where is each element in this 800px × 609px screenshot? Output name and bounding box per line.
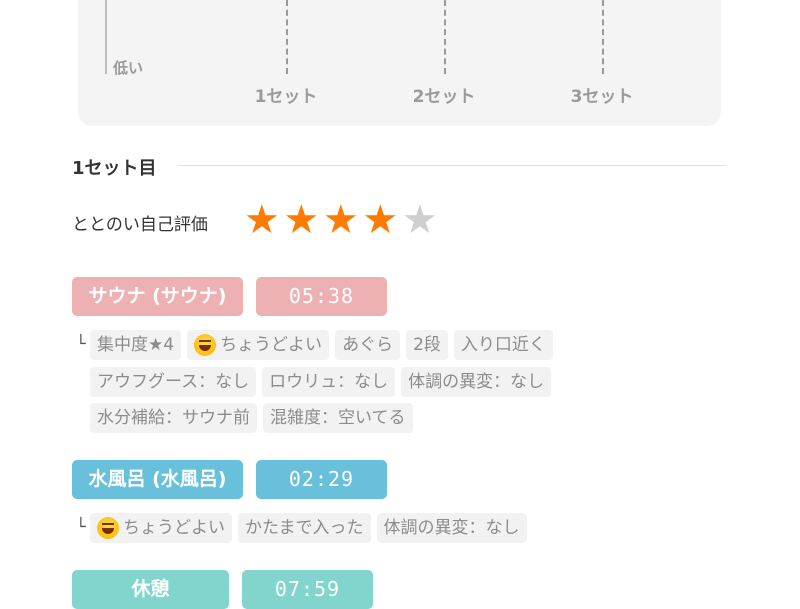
branch-icon: └ <box>76 334 86 353</box>
tag-temperature: ちょうどよい <box>90 513 232 543</box>
tag-condition: 体調の異変：なし <box>401 367 552 397</box>
tag-temperature: ちょうどよい <box>187 330 330 360</box>
phase-label-rest: 休憩 <box>72 570 229 609</box>
star-icon[interactable]: ★ <box>361 198 401 242</box>
tag-posture: あぐら <box>335 330 401 360</box>
rating-stars[interactable]: ★ ★ ★ ★ ★ <box>242 198 440 242</box>
branch-icon: └ <box>76 517 86 536</box>
tag-crowd: 混雑度：空いてる <box>263 403 413 433</box>
rating-label: ととのい自己評価 <box>72 215 208 235</box>
chart-low-label: 低い <box>113 59 144 77</box>
tag-temperature-text: ちょうどよい <box>123 518 225 538</box>
tag-temperature-text: ちょうどよい <box>220 335 323 355</box>
sauna-tags-row-2: アウフグース：なし ロウリュ：なし 体調の異変：なし <box>90 367 552 397</box>
phase-time-rest: 07:59 <box>242 570 373 609</box>
chart-y-axis <box>105 0 107 74</box>
set-title-divider <box>178 165 726 166</box>
phase-label-water: 水風呂 (水風呂) <box>72 460 243 499</box>
tag-position: 入り口近く <box>453 330 553 360</box>
star-icon[interactable]: ★ <box>242 198 282 242</box>
tag-loyly: ロウリュ：なし <box>262 367 396 397</box>
chart-gridline-set3 <box>602 0 604 74</box>
phase-time-sauna: 05:38 <box>256 277 387 316</box>
tag-aufguss: アウフグース：なし <box>90 367 257 397</box>
phase-label-sauna: サウナ (サウナ) <box>72 277 243 316</box>
set-title: 1セット目 <box>72 158 157 179</box>
grinning-squint-emoji-icon <box>97 517 119 539</box>
star-icon[interactable]: ★ <box>282 198 322 242</box>
tag-tier: 2段 <box>406 330 448 360</box>
chart-gridline-set2 <box>444 0 446 74</box>
star-icon[interactable]: ★ <box>321 198 361 242</box>
tag-hydration: 水分補給：サウナ前 <box>90 403 257 433</box>
chart-gridline-set1 <box>286 0 288 74</box>
water-tags-row-1: ちょうどよい かたまで入った 体調の異変：なし <box>90 513 527 543</box>
grinning-squint-emoji-icon <box>194 334 217 356</box>
phase-time-water: 02:29 <box>256 460 387 499</box>
chart-card <box>78 0 721 126</box>
chart-x-label-set3: 3セット <box>570 87 634 107</box>
tag-condition: 体調の異変：なし <box>376 513 527 543</box>
tag-focus: 集中度★4 <box>90 330 182 360</box>
sauna-tags-row-1: 集中度★4 ちょうどよい あぐら 2段 入り口近く <box>90 330 553 360</box>
tag-depth: かたまで入った <box>238 513 371 543</box>
star-empty-icon[interactable]: ★ <box>400 198 440 242</box>
chart-x-label-set2: 2セット <box>412 87 476 107</box>
chart-x-label-set1: 1セット <box>254 87 318 107</box>
sauna-tags-row-3: 水分補給：サウナ前 混雑度：空いてる <box>90 403 413 433</box>
